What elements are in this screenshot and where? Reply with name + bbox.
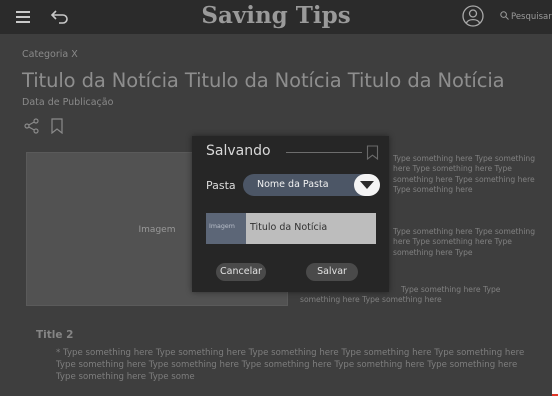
save-dialog: Salvando Pasta Nome da Pasta Imagem Titu… bbox=[192, 136, 389, 292]
thumbnail-label: Imagem bbox=[209, 223, 235, 230]
folder-select-value: Nome da Pasta bbox=[257, 179, 329, 190]
back-icon[interactable] bbox=[50, 6, 70, 26]
section-title: Title 2 bbox=[36, 329, 74, 341]
folder-label: Pasta bbox=[206, 179, 236, 192]
search-placeholder: Pesquisar bbox=[511, 12, 552, 22]
bookmark-icon[interactable] bbox=[366, 145, 379, 160]
article-headline: Titulo da Notícia Titulo da Notícia Titu… bbox=[22, 69, 505, 92]
side-text-block-1: Type something here Type something here … bbox=[393, 154, 536, 194]
side-text-line: something here Type something here bbox=[300, 295, 442, 305]
side-text-block-2: Type something here Type something here … bbox=[393, 227, 536, 257]
search-icon bbox=[500, 11, 509, 20]
category-label[interactable]: Categoria X bbox=[22, 49, 78, 60]
top-bar: Saving Tips Pesquisar bbox=[0, 0, 552, 34]
divider bbox=[286, 152, 362, 153]
chevron-down-icon bbox=[360, 181, 374, 189]
save-button[interactable]: Salvar bbox=[306, 263, 358, 281]
cancel-button[interactable]: Cancelar bbox=[216, 263, 266, 281]
user-icon[interactable] bbox=[462, 5, 484, 27]
preview-title: Titulo da Notícia bbox=[250, 222, 328, 233]
dialog-title: Salvando bbox=[206, 143, 271, 159]
share-icon[interactable] bbox=[24, 118, 40, 134]
menu-icon[interactable] bbox=[16, 11, 30, 23]
search-input[interactable]: Pesquisar bbox=[500, 11, 552, 22]
publication-date: Data de Publicação bbox=[22, 97, 114, 108]
dropdown-toggle[interactable] bbox=[354, 174, 380, 196]
article-preview: Imagem Titulo da Notícia bbox=[206, 213, 376, 244]
article-paragraph: * Type something here Type something her… bbox=[56, 348, 525, 383]
bookmark-icon[interactable] bbox=[50, 118, 64, 134]
edge-marker bbox=[552, 394, 558, 396]
app-screen: Saving Tips Pesquisar Categoria X Titulo… bbox=[0, 0, 552, 396]
folder-select[interactable]: Nome da Pasta bbox=[243, 174, 380, 196]
preview-thumbnail: Imagem bbox=[206, 213, 246, 244]
